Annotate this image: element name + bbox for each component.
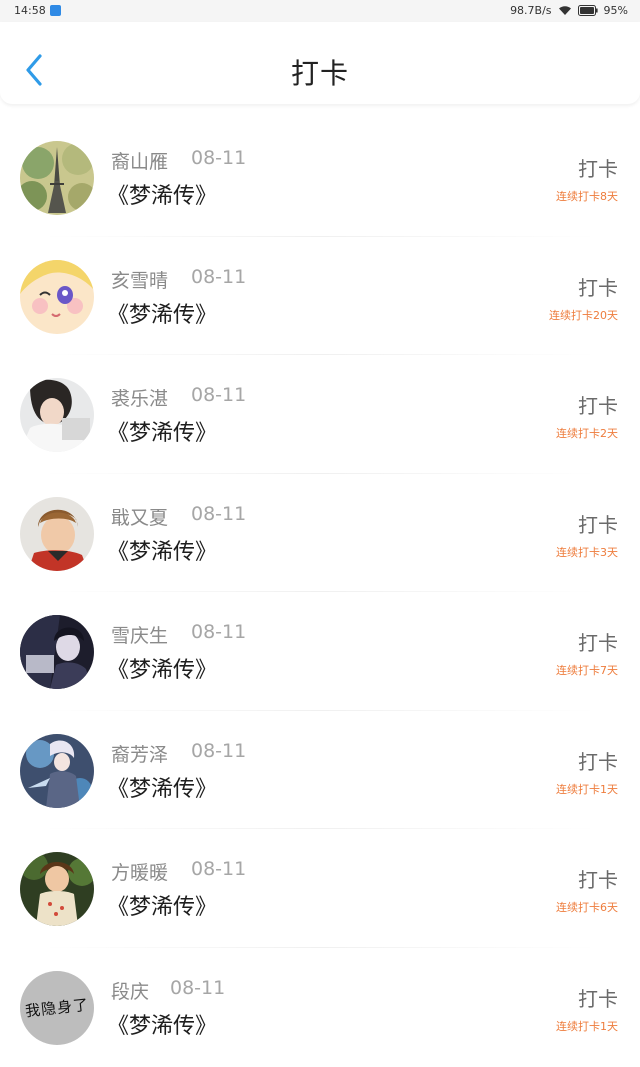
avatar[interactable] [20,378,94,452]
streak-label: 连续打卡1天 [556,782,618,796]
list-item[interactable]: 亥雪晴 08-11 《梦浠传》 打卡 连续打卡20天 [0,237,640,355]
book-title[interactable]: 《梦浠传》 [107,771,217,803]
checkin-date: 08-11 [170,976,226,999]
page-title: 打卡 [290,57,349,90]
user-name: 戢又夏 [111,506,169,529]
app-notification-icon [49,5,61,16]
status-bar: 14:58 98.7B/s 95% [0,0,640,22]
list-item[interactable]: 裘乐湛 08-11 《梦浠传》 打卡 连续打卡2天 [0,355,640,474]
avatar[interactable]: 我隐身了 [20,970,94,1045]
checkin-button[interactable]: 打卡 [578,509,618,538]
checkin-date: 08-11 [191,147,247,169]
checkin-date: 08-11 [191,739,247,762]
list-item[interactable]: 我隐身了 段庆 08-11 《梦浠传》 打卡 连续打卡1天 [0,948,640,1067]
checkin-button[interactable]: 打卡 [578,153,618,182]
list-item[interactable]: 方暖暖 08-11 《梦浠传》 打卡 连续打卡6天 [0,829,640,948]
user-name: 裔芳泽 [111,743,169,766]
checkin-button[interactable]: 打卡 [578,983,618,1012]
list-item[interactable]: 裔山雁 08-11 《梦浠传》 打卡 连续打卡8天 [0,118,640,237]
checkin-date: 08-11 [191,858,247,880]
streak-label: 连续打卡7天 [556,664,618,677]
book-title[interactable]: 《梦浠传》 [107,1008,217,1040]
checkin-button[interactable]: 打卡 [578,746,618,775]
book-title[interactable]: 《梦浠传》 [107,415,217,447]
user-name: 方暖暖 [111,862,169,884]
battery-percent: 95% [603,4,628,17]
book-title[interactable]: 《梦浠传》 [107,178,217,210]
avatar[interactable] [20,733,94,808]
streak-label: 连续打卡1天 [556,1019,618,1033]
checkin-button[interactable]: 打卡 [578,390,618,419]
avatar[interactable] [20,141,94,215]
book-title[interactable]: 《梦浠传》 [107,889,217,921]
checkin-date: 08-11 [191,265,247,288]
user-name: 雪庆生 [111,625,169,647]
streak-label: 连续打卡2天 [556,427,618,440]
avatar-hidden-text: 我隐身了 [24,995,90,1021]
checkin-date: 08-11 [191,621,247,643]
checkin-date: 08-11 [191,384,247,406]
user-name: 裔山雁 [111,151,169,173]
avatar[interactable] [20,615,94,689]
list-item[interactable]: 裔芳泽 08-11 《梦浠传》 打卡 连续打卡1天 [0,711,640,829]
list-item[interactable]: 戢又夏 08-11 《梦浠传》 打卡 连续打卡3天 [0,474,640,592]
streak-label: 连续打卡6天 [556,901,618,914]
checkin-date: 08-11 [191,502,247,525]
user-name: 段庆 [111,980,150,1003]
checkin-button[interactable]: 打卡 [578,864,618,893]
avatar[interactable] [20,852,94,926]
book-title[interactable]: 《梦浠传》 [107,534,217,566]
avatar[interactable] [20,496,94,571]
avatar[interactable] [20,259,94,334]
book-title[interactable]: 《梦浠传》 [107,297,217,329]
checkin-list: 裔山雁 08-11 《梦浠传》 打卡 连续打卡8天 亥雪晴 08-11 《梦浠传… [0,118,640,1066]
checkin-button[interactable]: 打卡 [578,272,618,301]
battery-icon [577,5,598,16]
checkin-button[interactable]: 打卡 [578,627,618,656]
wifi-icon [558,5,572,16]
status-time: 14:58 [14,4,46,17]
streak-label: 连续打卡20天 [549,308,618,322]
list-item[interactable]: 雪庆生 08-11 《梦浠传》 打卡 连续打卡7天 [0,592,640,711]
book-title[interactable]: 《梦浠传》 [107,652,217,684]
header: 打卡 [0,22,640,104]
streak-label: 连续打卡3天 [556,545,618,559]
user-name: 裘乐湛 [111,388,169,410]
streak-label: 连续打卡8天 [556,190,618,203]
user-name: 亥雪晴 [111,269,169,292]
network-speed: 98.7B/s [510,4,552,17]
